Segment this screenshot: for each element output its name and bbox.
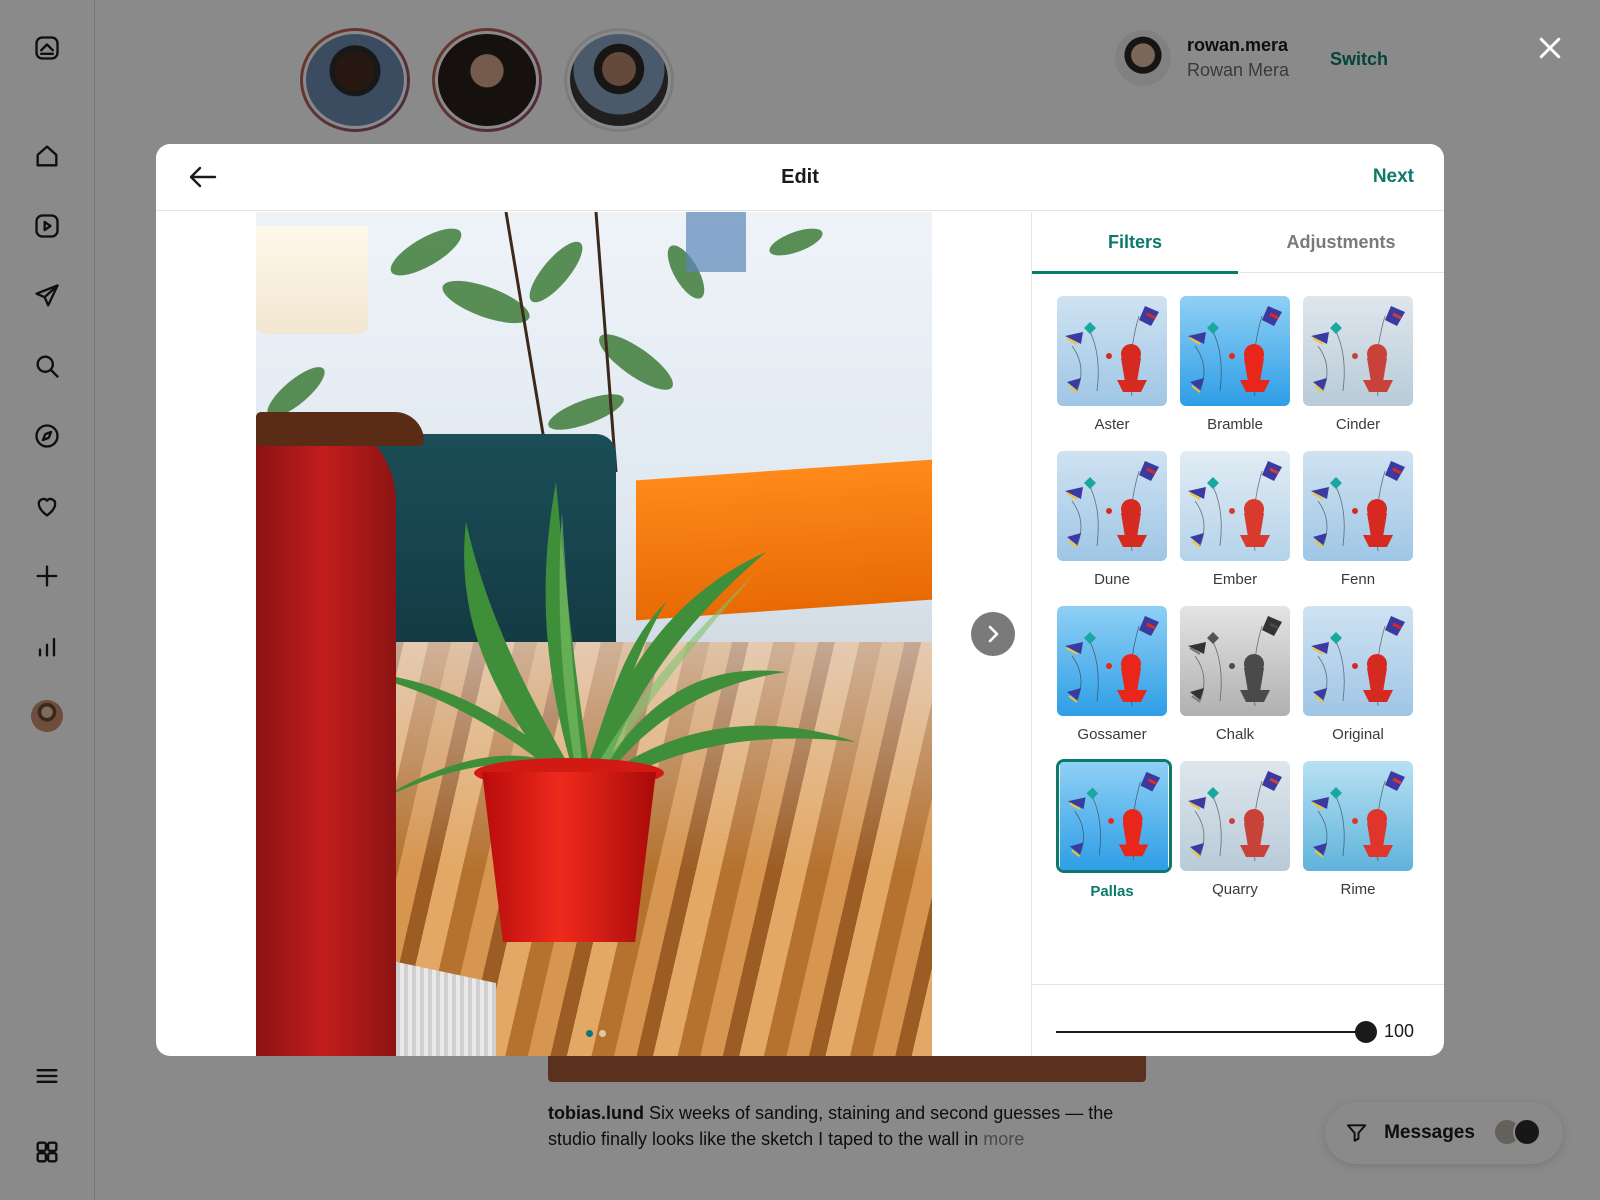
filter-thumbnail[interactable] <box>1180 761 1290 871</box>
filter-label: Original <box>1332 726 1384 743</box>
filter-option-quarry[interactable]: Quarry <box>1179 761 1291 898</box>
filter-label: Dune <box>1094 571 1130 588</box>
filter-label: Cinder <box>1335 416 1381 433</box>
filter-label: Gossamer <box>1077 726 1147 743</box>
filter-label: Rime <box>1340 881 1376 898</box>
filter-option-fenn[interactable]: Fenn <box>1302 451 1414 588</box>
filter-option-gossamer[interactable]: Gossamer <box>1056 606 1168 743</box>
filter-thumbnail[interactable] <box>1180 606 1290 716</box>
filter-label: Pallas <box>1090 883 1134 900</box>
close-icon[interactable] <box>1535 33 1565 63</box>
filter-thumbnail[interactable] <box>1057 606 1167 716</box>
filter-label: Quarry <box>1212 881 1258 898</box>
divider <box>1032 984 1444 985</box>
filter-option-aster[interactable]: Aster <box>1056 296 1168 433</box>
filter-thumbnail[interactable] <box>1056 759 1172 873</box>
tab-filters[interactable]: Filters <box>1032 212 1238 274</box>
tab-adjustments[interactable]: Adjustments <box>1238 212 1444 273</box>
filter-option-pallas[interactable]: Pallas <box>1056 759 1172 900</box>
modal-header: Edit Next <box>156 144 1444 211</box>
filter-option-cinder[interactable]: Cinder <box>1302 296 1414 433</box>
filter-label: Bramble <box>1207 416 1263 433</box>
filter-label: Aster <box>1094 416 1130 433</box>
filter-option-bramble[interactable]: Bramble <box>1179 296 1291 433</box>
slide-indicator <box>586 1030 606 1037</box>
modal-title: Edit <box>781 166 819 188</box>
filter-label: Fenn <box>1340 571 1376 588</box>
filter-option-dune[interactable]: Dune <box>1056 451 1168 588</box>
carousel-next-button[interactable] <box>971 612 1015 656</box>
filter-intensity-slider[interactable] <box>1056 1020 1377 1044</box>
edit-tabs: Filters Adjustments <box>1032 212 1444 274</box>
filter-thumbnail[interactable] <box>1303 606 1413 716</box>
slider-handle[interactable] <box>1355 1021 1377 1043</box>
slide-dot-active <box>586 1030 593 1037</box>
photo-preview <box>256 212 932 1056</box>
filter-thumbnail[interactable] <box>1303 296 1413 406</box>
filter-label: Chalk <box>1215 726 1255 743</box>
intensity-value: 100 <box>1384 1021 1415 1041</box>
filter-option-ember[interactable]: Ember <box>1179 451 1291 588</box>
filter-option-original[interactable]: Original <box>1302 606 1414 743</box>
filter-thumbnail[interactable] <box>1180 296 1290 406</box>
filter-thumbnail[interactable] <box>1057 451 1167 561</box>
slider-track <box>1056 1031 1366 1033</box>
next-button[interactable]: Next <box>1373 166 1414 188</box>
edit-panel: Filters Adjustments Aster Bramble Cinder Du… <box>1031 212 1444 1056</box>
slide-dot <box>599 1030 606 1037</box>
filter-thumbnail[interactable] <box>1180 451 1290 561</box>
filter-thumbnail[interactable] <box>1057 296 1167 406</box>
edit-modal: Edit Next Filters Adjustments Aster Bram… <box>156 144 1444 1056</box>
chevron-right-icon <box>988 625 999 643</box>
filter-thumbnail[interactable] <box>1303 451 1413 561</box>
filter-thumbnail[interactable] <box>1303 761 1413 871</box>
filter-option-chalk[interactable]: Chalk <box>1179 606 1291 743</box>
filter-label: Ember <box>1212 571 1258 588</box>
filter-option-rime[interactable]: Rime <box>1302 761 1414 898</box>
